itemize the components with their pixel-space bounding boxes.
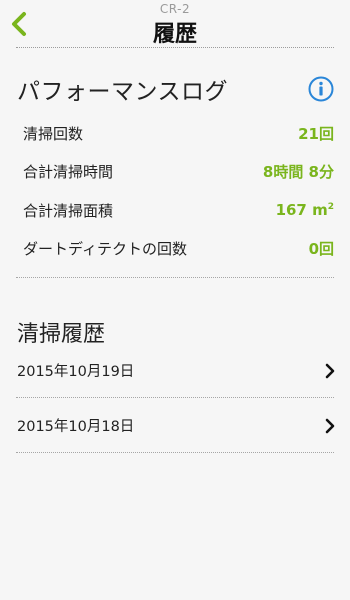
- chevron-right-icon: [325, 418, 335, 434]
- history-item[interactable]: 2015年10月18日: [0, 404, 350, 448]
- stat-row-cleaning-count: 清掃回数 21回: [23, 121, 334, 145]
- chevron-right-icon: [325, 363, 335, 379]
- history-item[interactable]: 2015年10月19日: [0, 349, 350, 393]
- stat-value-area: 167 m2: [276, 201, 334, 219]
- stat-row-total-time: 合計清掃時間 8時間 8分: [23, 159, 334, 183]
- header-divider: [16, 47, 334, 48]
- area-unit-superscript: 2: [327, 202, 334, 212]
- info-button[interactable]: [308, 76, 334, 102]
- area-value: 167 m: [275, 201, 328, 219]
- stat-value: 21回: [298, 124, 334, 143]
- history-screen: CR-2 履歴 パフォーマンスログ 清掃回数 21回 合計清掃時間 8時間 8分…: [0, 0, 350, 600]
- stat-row-dirt-detect: ダートディテクトの回数 0回: [23, 236, 334, 260]
- info-icon: [308, 76, 334, 102]
- history-date: 2015年10月18日: [17, 419, 135, 435]
- row-divider: [16, 452, 334, 453]
- performance-log-title: パフォーマンスログ: [17, 79, 229, 105]
- cleaning-history-title: 清掃履歴: [17, 322, 106, 347]
- stat-value: 8時間 8分: [262, 162, 334, 181]
- stat-label: 合計清掃時間: [23, 162, 114, 181]
- history-date: 2015年10月19日: [17, 364, 135, 380]
- stat-row-total-area: 合計清掃面積 167 m2: [23, 198, 334, 222]
- stat-label: 清掃回数: [23, 124, 84, 143]
- stat-label: ダートディテクトの回数: [23, 239, 187, 258]
- row-divider: [16, 397, 334, 398]
- device-name: CR-2: [159, 2, 191, 16]
- stat-value: 0回: [308, 239, 334, 258]
- section-divider: [16, 277, 334, 278]
- header: CR-2 履歴: [0, 0, 350, 48]
- page-title: 履歴: [152, 22, 197, 47]
- stat-label: 合計清掃面積: [23, 201, 114, 220]
